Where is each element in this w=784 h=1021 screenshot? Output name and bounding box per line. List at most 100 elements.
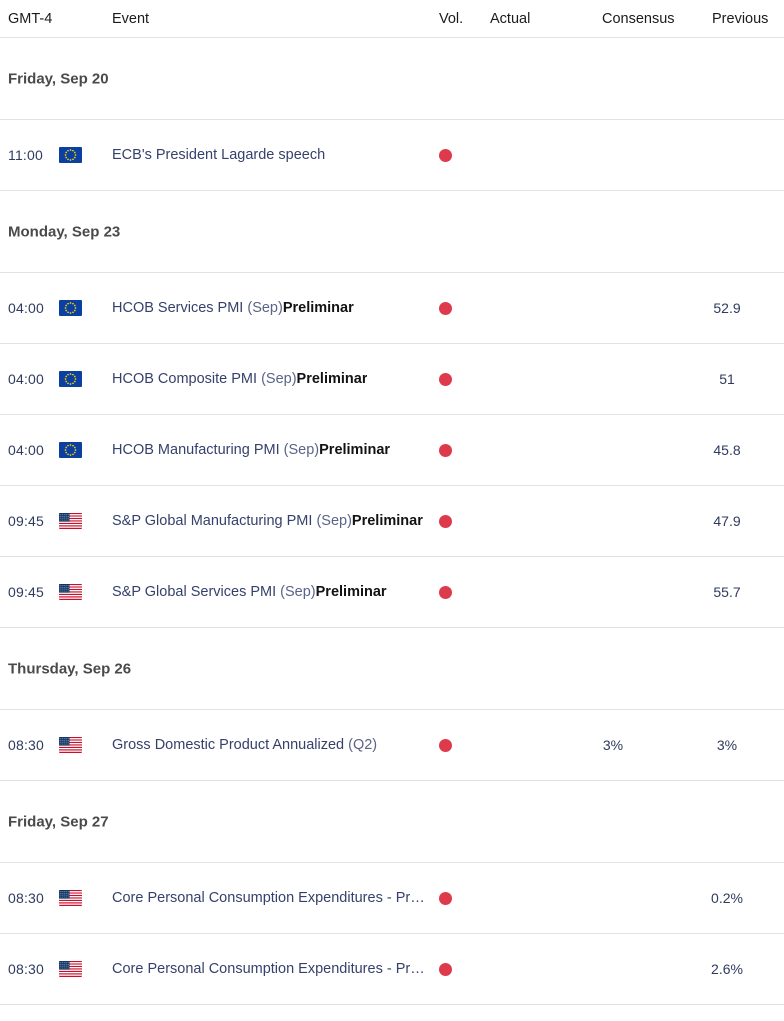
calendar-event-row[interactable]: 09:45 S&P Global Services PMI (Sep)Prelim… (0, 557, 784, 628)
column-header-consensus: Consensus (602, 11, 675, 27)
event-period: (Sep) (261, 371, 297, 387)
event-name[interactable]: Core Personal Consumption Expenditures -… (112, 961, 425, 977)
calendar-body: Friday, Sep 20 11:00 ECB's President Lagar… (0, 38, 784, 1005)
date-group-label: Monday, Sep 23 (8, 223, 121, 240)
event-time: 04:00 (8, 442, 45, 458)
column-header-vol: Vol. (439, 11, 464, 27)
eu-flag-icon (59, 371, 82, 387)
event-name[interactable]: S&P Global Services PMI (Sep)Preliminar (112, 584, 387, 600)
us-flag-icon (59, 737, 82, 753)
column-header-previous: Previous (712, 11, 769, 27)
event-name-main: Gross Domestic Product Annualized (112, 737, 349, 753)
event-period: (Sep) (280, 584, 316, 600)
event-time: 09:45 (8, 584, 45, 600)
calendar-event-row[interactable]: 08:30 Gross Domestic Product Annualized (… (0, 710, 784, 781)
eu-flag-icon (59, 147, 82, 163)
calendar-event-row[interactable]: 04:00 HCOB Composite PMI (Sep)Preliminar 5… (0, 344, 784, 415)
date-group-header: Friday, Sep 20 (0, 38, 784, 120)
date-group-header: Monday, Sep 23 (0, 191, 784, 273)
event-previous: 3% (716, 737, 738, 753)
volatility-indicator (439, 734, 461, 756)
event-time: 08:30 (8, 737, 45, 753)
event-previous: 2.6% (711, 961, 743, 977)
us-flag-icon (59, 584, 82, 600)
event-name[interactable]: Gross Domestic Product Annualized (Q2) (112, 737, 377, 753)
economic-calendar: GMT-4 Event Vol. Actual Consensus Previo… (0, 0, 784, 1005)
volatility-high-dot (439, 301, 452, 315)
event-preliminary-tag: Preliminar (315, 584, 387, 600)
event-period: (Sep) (247, 300, 283, 316)
column-header-event: Event (112, 11, 150, 27)
event-preliminary-tag: Preliminar (282, 300, 354, 316)
event-time: 11:00 (8, 147, 43, 163)
volatility-indicator (439, 958, 461, 980)
volatility-indicator (439, 887, 461, 909)
calendar-event-row[interactable]: 04:00 HCOB Services PMI (Sep)Preliminar 52… (0, 273, 784, 344)
eu-flag-icon (59, 300, 82, 316)
event-time: 04:00 (8, 371, 45, 387)
volatility-indicator (439, 297, 461, 319)
calendar-event-row[interactable]: 08:30 Core Personal Consumption Expenditu… (0, 934, 784, 1005)
calendar-event-row[interactable]: 04:00 HCOB Manufacturing PMI (Sep)Prelimi… (0, 415, 784, 486)
volatility-high-dot (439, 738, 452, 752)
volatility-indicator (439, 439, 461, 461)
event-name-main: S&P Global Manufacturing PMI (112, 513, 317, 529)
date-group-label: Friday, Sep 27 (8, 813, 109, 830)
us-flag-icon (59, 890, 82, 906)
column-header-actual: Actual (490, 11, 531, 27)
volatility-high-dot (439, 962, 452, 976)
event-preliminary-tag: Preliminar (351, 513, 423, 529)
volatility-indicator (439, 368, 461, 390)
date-group-label: Thursday, Sep 26 (8, 660, 132, 677)
event-name-main: Core Personal Consumption Expenditures -… (112, 961, 425, 977)
event-previous: 55.7 (713, 584, 741, 600)
date-group-header: Friday, Sep 27 (0, 781, 784, 863)
event-previous: 0.2% (711, 890, 743, 906)
eu-flag-icon (59, 442, 82, 458)
event-previous: 52.9 (713, 300, 741, 316)
volatility-high-dot (439, 148, 452, 162)
us-flag-icon (59, 961, 82, 977)
event-time: 09:45 (8, 513, 45, 529)
event-consensus: 3% (602, 737, 624, 753)
event-name-main: Core Personal Consumption Expenditures -… (112, 890, 425, 906)
event-name-main: HCOB Services PMI (112, 300, 248, 316)
event-time: 08:30 (8, 890, 45, 906)
event-period: (Sep) (316, 513, 352, 529)
event-time: 04:00 (8, 300, 45, 316)
volatility-high-dot (439, 891, 452, 905)
event-previous: 51 (719, 371, 735, 387)
event-previous: 45.8 (713, 442, 741, 458)
event-name[interactable]: HCOB Services PMI (Sep)Preliminar (112, 300, 354, 316)
event-previous: 47.9 (713, 513, 741, 529)
volatility-indicator (439, 510, 461, 532)
date-group-header: Thursday, Sep 26 (0, 628, 784, 710)
volatility-high-dot (439, 585, 452, 599)
calendar-event-row[interactable]: 11:00 ECB's President Lagarde speech (0, 120, 784, 191)
event-name-main: ECB's President Lagarde speech (112, 147, 326, 163)
volatility-high-dot (439, 372, 452, 386)
event-preliminary-tag: Preliminar (319, 442, 391, 458)
event-name[interactable]: Core Personal Consumption Expenditures -… (112, 890, 425, 906)
event-name-main: HCOB Manufacturing PMI (112, 442, 284, 458)
event-period: (Sep) (283, 442, 320, 458)
volatility-high-dot (439, 443, 452, 457)
calendar-event-row[interactable]: 08:30 Core Personal Consumption Expenditu… (0, 863, 784, 934)
event-period: (Q2) (348, 737, 378, 753)
calendar-event-row[interactable]: 09:45 S&P Global Manufacturing PMI (Sep)P… (0, 486, 784, 557)
event-preliminary-tag: Preliminar (296, 371, 368, 387)
us-flag-icon (59, 513, 82, 529)
event-name[interactable]: S&P Global Manufacturing PMI (Sep)Prelim… (112, 513, 423, 529)
event-name[interactable]: HCOB Composite PMI (Sep)Preliminar (112, 371, 367, 387)
event-name[interactable]: ECB's President Lagarde speech (112, 147, 325, 163)
volatility-indicator (439, 144, 461, 166)
event-name-main: HCOB Composite PMI (112, 371, 262, 387)
event-name-main: S&P Global Services PMI (112, 584, 281, 600)
event-time: 08:30 (8, 961, 45, 977)
calendar-column-header: GMT-4 Event Vol. Actual Consensus Previo… (0, 0, 784, 38)
volatility-indicator (439, 581, 461, 603)
volatility-high-dot (439, 514, 452, 528)
event-name[interactable]: HCOB Manufacturing PMI (Sep)Preliminar (112, 442, 390, 458)
date-group-label: Friday, Sep 20 (8, 70, 109, 87)
column-header-timezone: GMT-4 (8, 11, 53, 27)
